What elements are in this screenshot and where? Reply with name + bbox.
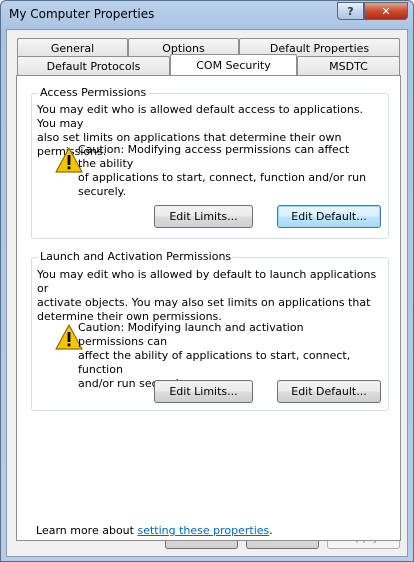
title-bar[interactable]: My Computer Properties ? ✕ bbox=[1, 1, 413, 29]
access-permissions-title: Access Permissions bbox=[38, 86, 149, 99]
tab-msdtc[interactable]: MSDTC bbox=[297, 56, 400, 75]
access-edit-default-button[interactable]: Edit Default... bbox=[277, 205, 381, 228]
properties-window: My Computer Properties ? ✕ General Optio… bbox=[0, 0, 414, 562]
help-button[interactable]: ? bbox=[337, 2, 364, 20]
learn-more-text: Learn more about setting these propertie… bbox=[36, 524, 273, 537]
help-icon: ? bbox=[347, 4, 354, 18]
close-button[interactable]: ✕ bbox=[364, 2, 408, 20]
close-icon: ✕ bbox=[381, 4, 391, 18]
setting-properties-link[interactable]: setting these properties bbox=[137, 524, 269, 537]
launch-activation-title: Launch and Activation Permissions bbox=[38, 250, 234, 263]
launch-edit-default-button[interactable]: Edit Default... bbox=[277, 380, 381, 403]
tab-general[interactable]: General bbox=[17, 38, 128, 57]
window-title: My Computer Properties bbox=[9, 7, 155, 21]
launch-description: You may edit who is allowed by default t… bbox=[37, 268, 377, 323]
tab-default-protocols[interactable]: Default Protocols bbox=[17, 56, 170, 75]
access-edit-limits-button[interactable]: Edit Limits... bbox=[154, 205, 253, 228]
dialog-client-area: General Options Default Properties Defau… bbox=[6, 29, 408, 557]
tab-com-security[interactable]: COM Security bbox=[170, 54, 297, 75]
com-security-panel: Access Permissions You may edit who is a… bbox=[16, 75, 401, 541]
access-caution-text: Caution: Modifying access permissions ca… bbox=[78, 143, 367, 198]
launch-edit-limits-button[interactable]: Edit Limits... bbox=[154, 380, 253, 403]
